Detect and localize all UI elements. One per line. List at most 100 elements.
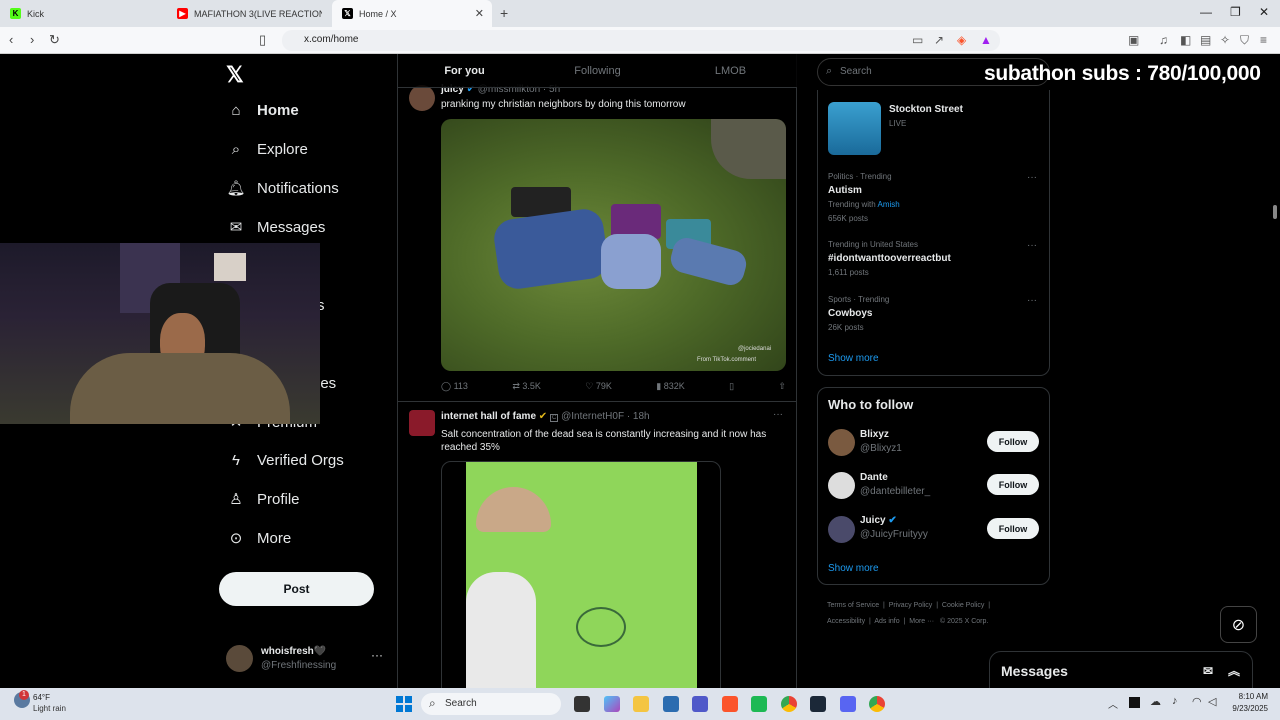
- bookmark-page-icon[interactable]: ▯: [259, 32, 266, 48]
- wallet-icon[interactable]: ▤: [1200, 33, 1211, 47]
- page-scrollbar[interactable]: [1270, 54, 1280, 688]
- follow-button[interactable]: Follow: [987, 518, 1039, 539]
- vpn-icon[interactable]: ⛉: [1240, 33, 1249, 48]
- leo-icon[interactable]: ✧: [1220, 33, 1230, 47]
- close-tab-icon[interactable]: ✕: [475, 7, 484, 20]
- store-icon[interactable]: [663, 696, 679, 712]
- tweet[interactable]: internet hall of fame ✔ C @InternetH0F ·…: [398, 403, 797, 688]
- trend-title[interactable]: Autism: [828, 185, 862, 196]
- tab-kick[interactable]: K Kick: [0, 0, 165, 27]
- share-icon[interactable]: ⇧: [778, 381, 786, 392]
- nav-verified-orgs[interactable]: ϟ Verified Orgs: [227, 451, 344, 469]
- clock-time[interactable]: 8:10 AM: [1228, 692, 1268, 701]
- brave-shield-icon[interactable]: ◈: [957, 33, 966, 47]
- footer-link[interactable]: Privacy Policy: [889, 602, 933, 609]
- footer-link[interactable]: Terms of Service: [827, 602, 879, 609]
- onedrive-icon[interactable]: ☁: [1150, 695, 1161, 708]
- music-icon[interactable]: ♫: [1159, 33, 1168, 47]
- live-title[interactable]: Stockton Street: [889, 104, 963, 115]
- nav-explore[interactable]: ⌕ Explore: [227, 140, 308, 158]
- new-tab-button[interactable]: +: [500, 5, 508, 21]
- nav-profile[interactable]: ♙ Profile: [227, 490, 299, 509]
- tab-x-home[interactable]: 𝕏 Home / X ✕: [332, 0, 492, 27]
- user-name[interactable]: Blixyz: [860, 429, 889, 440]
- forward-icon[interactable]: ›: [30, 32, 34, 47]
- messages-dock[interactable]: Messages ✉ ︽: [989, 651, 1253, 688]
- reload-icon[interactable]: ↻: [49, 32, 60, 48]
- teams-icon[interactable]: [692, 696, 708, 712]
- nav-notifications[interactable]: 🔔︎ Notifications: [226, 179, 338, 198]
- menu-icon[interactable]: ≡: [1260, 33, 1267, 47]
- trend-related-link[interactable]: Amish: [878, 200, 900, 209]
- tray-app-icon[interactable]: [1129, 697, 1140, 708]
- bookmark-icon[interactable]: ▯: [729, 381, 734, 392]
- copilot-icon[interactable]: [604, 696, 620, 712]
- tab-for-you[interactable]: For you: [398, 54, 531, 87]
- grok-button[interactable]: ⊘: [1220, 606, 1257, 643]
- views-button[interactable]: ▮ 832K: [656, 381, 685, 392]
- cast-icon[interactable]: ▭: [912, 33, 923, 47]
- trends-show-more-link[interactable]: Show more: [828, 353, 879, 364]
- follow-button[interactable]: Follow: [987, 474, 1039, 495]
- more-dots-icon[interactable]: ···: [1027, 240, 1037, 251]
- follow-button[interactable]: Follow: [987, 431, 1039, 452]
- chrome-icon[interactable]: [869, 696, 885, 712]
- reply-button[interactable]: ◯ 113: [441, 381, 468, 392]
- wifi-icon[interactable]: ◠: [1192, 695, 1202, 708]
- restore-button[interactable]: ❐: [1230, 5, 1241, 19]
- tab-title: Home / X: [359, 8, 397, 19]
- tweet[interactable]: juicy ✔ @missmilkton · 5h pranking my ch…: [398, 80, 797, 402]
- share-icon[interactable]: ↗: [934, 33, 944, 47]
- live-thumbnail[interactable]: [828, 102, 881, 155]
- address-bar[interactable]: x.com/home: [282, 30, 1000, 51]
- scrollbar-thumb[interactable]: [1273, 205, 1277, 219]
- brave-rewards-icon[interactable]: ▲: [980, 33, 992, 47]
- user-name[interactable]: Juicy: [860, 515, 886, 526]
- steam-icon[interactable]: [810, 696, 826, 712]
- more-dots-icon[interactable]: ···: [371, 648, 383, 662]
- footer-link[interactable]: Cookie Policy: [942, 602, 984, 609]
- trend-title[interactable]: Cowboys: [828, 308, 872, 319]
- minimize-button[interactable]: —: [1200, 5, 1212, 19]
- clock-date[interactable]: 9/23/2025: [1218, 704, 1268, 713]
- expand-icon[interactable]: ︽: [1228, 662, 1240, 679]
- follow-show-more-link[interactable]: Show more: [828, 563, 879, 574]
- tweet-media-video[interactable]: [441, 461, 721, 688]
- chrome-icon[interactable]: [781, 696, 797, 712]
- back-icon[interactable]: ‹: [9, 32, 13, 47]
- nav-messages[interactable]: ✉ Messages: [227, 218, 326, 237]
- repost-button[interactable]: ⇄ 3.5K: [512, 381, 541, 392]
- post-button[interactable]: Post: [219, 572, 374, 606]
- windows-start-icon[interactable]: [396, 696, 412, 712]
- new-message-icon[interactable]: ✉: [1203, 664, 1213, 678]
- app-icon[interactable]: [751, 696, 767, 712]
- x-logo-icon[interactable]: 𝕏: [226, 62, 244, 88]
- footer-link[interactable]: More ···: [909, 618, 934, 625]
- nav-home[interactable]: ⌂ Home: [227, 101, 298, 119]
- tab-lmob[interactable]: LMOB: [664, 54, 797, 87]
- more-dots-icon[interactable]: ···: [773, 409, 783, 420]
- like-button[interactable]: ♡ 79K: [585, 381, 612, 392]
- task-view-icon[interactable]: [574, 696, 590, 712]
- tweet-media-image[interactable]: @jociedanai From TikTok.comment: [441, 119, 786, 371]
- close-window-button[interactable]: ✕: [1259, 5, 1269, 19]
- account-switcher[interactable]: whoisfresh🖤 @Freshfinessing ···: [226, 644, 391, 674]
- footer-link[interactable]: Ads info: [874, 618, 899, 625]
- discord-icon[interactable]: [840, 696, 856, 712]
- volume-icon[interactable]: ◁: [1208, 695, 1216, 708]
- brave-icon[interactable]: [722, 696, 738, 712]
- footer-link[interactable]: Accessibility: [827, 618, 865, 625]
- nav-more[interactable]: ⊙ More: [227, 529, 291, 548]
- user-name[interactable]: Dante: [860, 472, 888, 483]
- taskbar-search[interactable]: ⌕ Search: [421, 693, 561, 715]
- more-dots-icon[interactable]: ···: [1027, 295, 1037, 306]
- sidebar-toggle-icon[interactable]: ▣: [1128, 33, 1139, 47]
- more-dots-icon[interactable]: ···: [1027, 172, 1037, 183]
- tab-following[interactable]: Following: [531, 54, 664, 87]
- mic-icon[interactable]: ♪: [1172, 695, 1178, 707]
- file-explorer-icon[interactable]: [633, 696, 649, 712]
- panel-icon[interactable]: ◧: [1180, 33, 1191, 47]
- tab-youtube[interactable]: ▶ MAFIATHON 3(LIVE REACTION) !!! 30: [167, 0, 332, 27]
- trend-title[interactable]: #idontwanttooverreactbut: [828, 253, 951, 264]
- tray-chevron-icon[interactable]: ︿: [1108, 696, 1118, 711]
